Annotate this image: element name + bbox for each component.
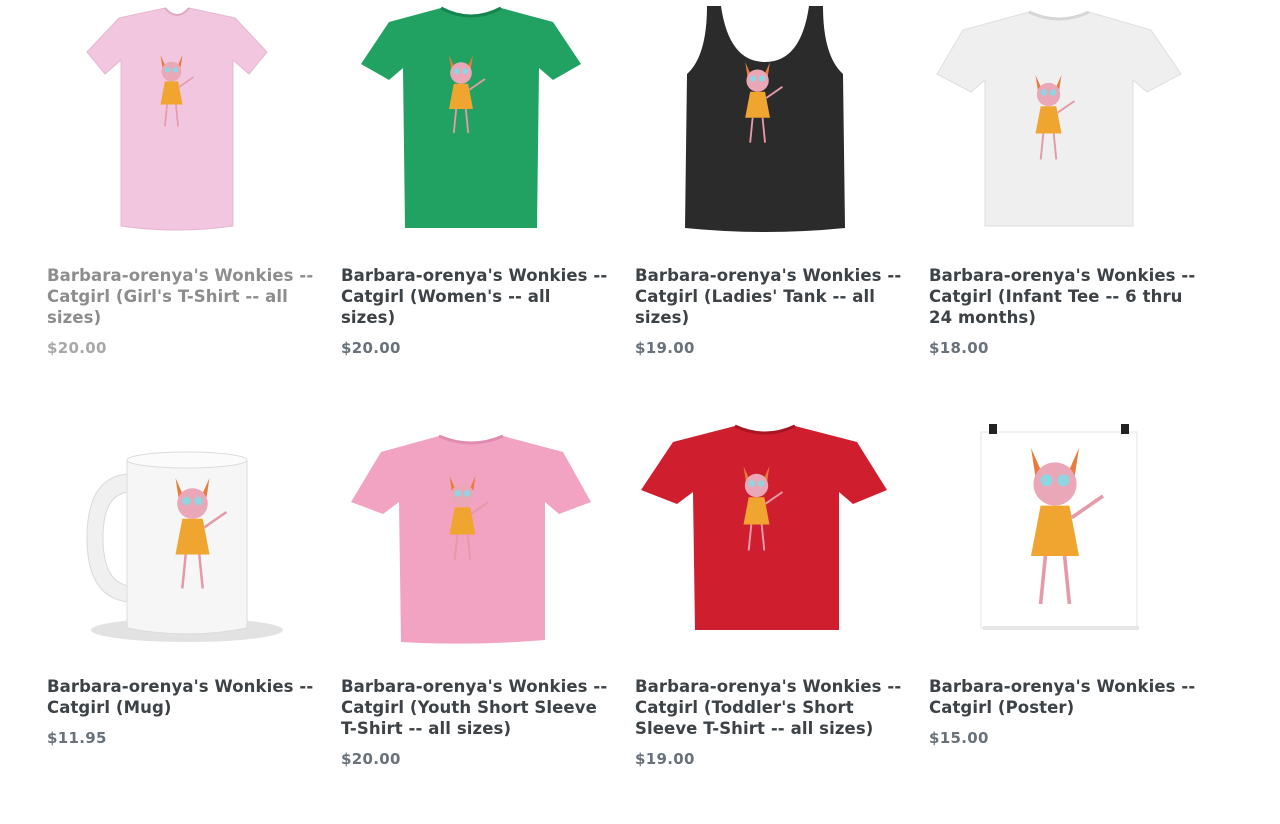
product-title[interactable]: Barbara-orenya's Wonkies -- Catgirl (You… [341, 676, 609, 739]
product-price: $11.95 [47, 729, 107, 747]
product-price: $20.00 [341, 339, 401, 357]
product-card-toddler-tee[interactable] [635, 412, 903, 672]
product-info-youth-tee: Barbara-orenya's Wonkies -- Catgirl (You… [341, 676, 609, 768]
product-card-infant-tee[interactable]: Barbara-orenya's Wonkies -- Catgirl (Inf… [929, 0, 1197, 412]
product-card-mug[interactable] [47, 412, 315, 824]
product-card-youth-tee[interactable] [341, 412, 609, 672]
product-title[interactable]: Barbara-orenya's Wonkies -- Catgirl (Tod… [635, 676, 903, 739]
product-image-infant-tee[interactable] [919, 0, 1199, 238]
product-price: $15.00 [929, 729, 989, 747]
product-title[interactable]: Barbara-orenya's Wonkies -- Catgirl (Gir… [47, 265, 315, 328]
product-card-ladies-tank[interactable]: Barbara-orenya's Wonkies -- Catgirl (Lad… [635, 0, 903, 412]
product-info-poster: Barbara-orenya's Wonkies -- Catgirl (Pos… [929, 676, 1197, 747]
product-price: $20.00 [341, 750, 401, 768]
product-title[interactable]: Barbara-orenya's Wonkies -- Catgirl (Mug… [47, 676, 315, 718]
product-title[interactable]: Barbara-orenya's Wonkies -- Catgirl (Pos… [929, 676, 1197, 718]
product-title[interactable]: Barbara-orenya's Wonkies -- Catgirl (Inf… [929, 265, 1197, 328]
product-price: $19.00 [635, 750, 695, 768]
product-price: $18.00 [929, 339, 989, 357]
product-info-mug: Barbara-orenya's Wonkies -- Catgirl (Mug… [47, 676, 315, 747]
product-card-womens-tshirt[interactable]: Barbara-orenya's Wonkies -- Catgirl (Wom… [341, 0, 609, 412]
product-info-toddler-tee: Barbara-orenya's Wonkies -- Catgirl (Tod… [635, 676, 903, 768]
product-image-ladies-tank[interactable] [625, 0, 905, 238]
product-card-poster[interactable] [929, 412, 1197, 672]
product-card-girls-tshirt[interactable]: Barbara-orenya's Wonkies -- Catgirl (Gir… [47, 0, 315, 412]
product-image-youth-tee[interactable] [331, 418, 611, 656]
product-image-poster[interactable] [919, 418, 1199, 656]
product-title[interactable]: Barbara-orenya's Wonkies -- Catgirl (Wom… [341, 265, 609, 328]
product-image-girls-tshirt[interactable] [37, 0, 317, 238]
product-image-womens-tshirt[interactable] [331, 0, 611, 238]
product-price: $20.00 [47, 339, 107, 357]
product-image-mug[interactable] [37, 418, 317, 656]
product-image-toddler-tee[interactable] [625, 418, 905, 656]
product-price: $19.00 [635, 339, 695, 357]
product-title[interactable]: Barbara-orenya's Wonkies -- Catgirl (Lad… [635, 265, 903, 328]
